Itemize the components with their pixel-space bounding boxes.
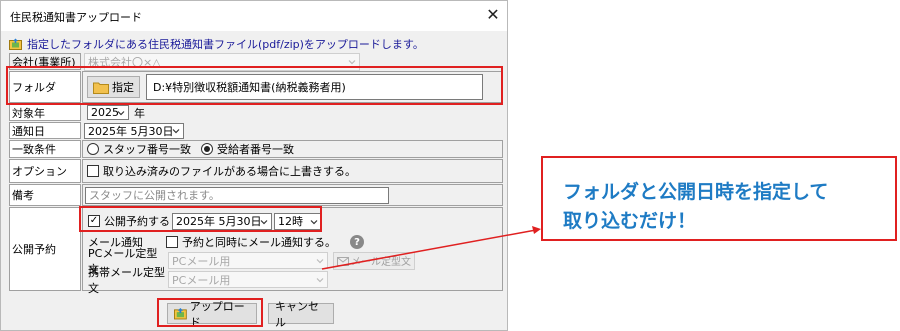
close-icon[interactable]: ✕ (483, 5, 503, 25)
pc-mail-value: PCメール用 (172, 254, 231, 268)
mail-template-button[interactable]: メール定型文 (333, 251, 415, 270)
chevron-down-icon (117, 111, 125, 116)
year-value: 2025 (91, 106, 119, 119)
radio-recipient-number-label: 受給者番号一致 (217, 143, 294, 156)
help-icon[interactable]: ? (350, 235, 364, 249)
chevron-down-icon (316, 259, 324, 264)
memo-row: 備考 スタッフに公開されます。 (9, 184, 503, 206)
mail-template-label: メール定型文 (351, 257, 411, 268)
folder-highlight (6, 66, 503, 105)
notify-date-value: 2025年 5月30日 (88, 124, 174, 138)
mail-check-label: 予約と同時にメール通知する。 (182, 236, 336, 249)
memo-wrap: スタッフに公開されます。 (82, 184, 503, 206)
options-wrap: 取り込み済みのファイルがある場合に上書きする。 (82, 159, 503, 183)
year-field-wrap: 2025 年 (82, 104, 503, 121)
match-options: スタッフ番号一致 受給者番号一致 (82, 140, 503, 158)
callout-box: フォルダと公開日時を指定して 取り込むだけ！ (541, 156, 897, 241)
mobile-mail-label: 携帯メール定型文 (88, 265, 165, 295)
notify-date-label: 通知日 (9, 122, 81, 139)
callout-line2: 取り込むだけ！ (563, 210, 697, 232)
notify-date-row: 通知日 2025年 5月30日 (9, 122, 503, 139)
info-text: 指定したフォルダにある住民税通知書ファイル(pdf/zip)をアップロードします… (27, 38, 424, 51)
chevron-down-icon (348, 59, 356, 64)
info-message: 指定したフォルダにある住民税通知書ファイル(pdf/zip)をアップロードします… (9, 36, 424, 52)
schedule-highlight (79, 206, 322, 232)
upload-dialog: 住民税通知書アップロード ✕ 指定したフォルダにある住民税通知書ファイル(pdf… (0, 0, 508, 331)
mail-template-icon (337, 256, 349, 266)
pc-mail-select[interactable]: PCメール用 (168, 252, 328, 269)
title-bar: 住民税通知書アップロード ✕ (1, 1, 507, 31)
cancel-button-label: キャンセル (275, 299, 319, 329)
radio-recipient-number[interactable] (201, 143, 213, 155)
upload-highlight (157, 298, 263, 327)
overwrite-label: 取り込み済みのファイルがある場合に上書きする。 (103, 165, 356, 178)
radio-staff-number-label: スタッフ番号一致 (103, 143, 191, 156)
notify-date-picker[interactable]: 2025年 5月30日 (84, 122, 184, 139)
notify-date-wrap: 2025年 5月30日 (82, 122, 503, 139)
upload-info-icon (9, 38, 22, 50)
chevron-down-icon (316, 278, 324, 283)
mobile-mail-value: PCメール用 (172, 273, 231, 287)
overwrite-checkbox[interactable] (87, 165, 99, 177)
mobile-mail-select[interactable]: PCメール用 (168, 271, 328, 288)
publish-label: 公開予約 (9, 207, 81, 291)
year-label: 対象年 (9, 104, 81, 121)
callout-line1: フォルダと公開日時を指定して (563, 181, 829, 203)
mobile-mail-line: 携帯メール定型文 PCメール用 (88, 266, 328, 295)
match-row: 一致条件 スタッフ番号一致 受給者番号一致 (9, 140, 503, 158)
cancel-button[interactable]: キャンセル (268, 300, 334, 329)
options-row: オプション 取り込み済みのファイルがある場合に上書きする。 (9, 159, 503, 183)
chevron-down-icon (172, 128, 180, 133)
match-label: 一致条件 (9, 140, 81, 158)
year-select[interactable]: 2025 (87, 105, 129, 120)
memo-placeholder: スタッフに公開されます。 (89, 189, 220, 202)
radio-staff-number[interactable] (87, 143, 99, 155)
year-row: 対象年 2025 年 (9, 104, 503, 121)
memo-input[interactable]: スタッフに公開されます。 (85, 186, 389, 204)
dialog-title: 住民税通知書アップロード (10, 11, 142, 24)
memo-label: 備考 (9, 184, 81, 206)
options-label: オプション (9, 159, 81, 183)
year-suffix: 年 (134, 106, 145, 120)
